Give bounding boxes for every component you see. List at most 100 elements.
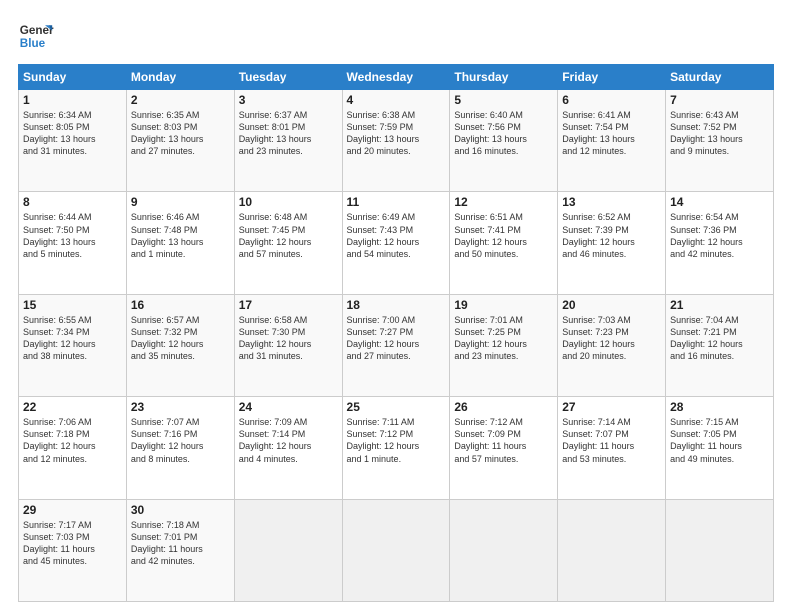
calendar-cell: 24 Sunrise: 7:09 AM Sunset: 7:14 PM Dayli… bbox=[234, 397, 342, 499]
calendar-cell bbox=[342, 499, 450, 601]
calendar-cell: 29Sunrise: 7:17 AM Sunset: 7:03 PM Dayli… bbox=[19, 499, 127, 601]
weekday-header-wednesday: Wednesday bbox=[342, 65, 450, 90]
day-number: 17 bbox=[239, 298, 338, 312]
weekday-header-sunday: Sunday bbox=[19, 65, 127, 90]
day-content: Sunrise: 6:35 AM Sunset: 8:03 PM Dayligh… bbox=[131, 109, 230, 158]
day-number: 16 bbox=[131, 298, 230, 312]
calendar-cell: 1 Sunrise: 6:34 AM Sunset: 8:05 PM Daylig… bbox=[19, 90, 127, 192]
calendar-cell: 16 Sunrise: 6:57 AM Sunset: 7:32 PM Dayli… bbox=[126, 294, 234, 396]
calendar-cell: 18 Sunrise: 7:00 AM Sunset: 7:27 PM Dayli… bbox=[342, 294, 450, 396]
day-number: 10 bbox=[239, 195, 338, 209]
day-content: Sunrise: 7:01 AM Sunset: 7:25 PM Dayligh… bbox=[454, 314, 553, 363]
day-number: 5 bbox=[454, 93, 553, 107]
day-number: 3 bbox=[239, 93, 338, 107]
day-number: 18 bbox=[347, 298, 446, 312]
calendar-cell: 25Sunrise: 7:11 AM Sunset: 7:12 PM Dayli… bbox=[342, 397, 450, 499]
day-number: 14 bbox=[670, 195, 769, 209]
calendar-cell: 9Sunrise: 6:46 AM Sunset: 7:48 PM Daylig… bbox=[126, 192, 234, 294]
day-content: Sunrise: 6:40 AM Sunset: 7:56 PM Dayligh… bbox=[454, 109, 553, 158]
calendar-cell bbox=[450, 499, 558, 601]
calendar-cell: 21Sunrise: 7:04 AM Sunset: 7:21 PM Dayli… bbox=[666, 294, 774, 396]
weekday-header-saturday: Saturday bbox=[666, 65, 774, 90]
day-content: Sunrise: 6:55 AM Sunset: 7:34 PM Dayligh… bbox=[23, 314, 122, 363]
calendar-week-5: 29Sunrise: 7:17 AM Sunset: 7:03 PM Dayli… bbox=[19, 499, 774, 601]
day-content: Sunrise: 6:34 AM Sunset: 8:05 PM Dayligh… bbox=[23, 109, 122, 158]
day-content: Sunrise: 6:54 AM Sunset: 7:36 PM Dayligh… bbox=[670, 211, 769, 260]
calendar-cell: 5 Sunrise: 6:40 AM Sunset: 7:56 PM Daylig… bbox=[450, 90, 558, 192]
day-number: 1 bbox=[23, 93, 122, 107]
day-number: 19 bbox=[454, 298, 553, 312]
day-number: 26 bbox=[454, 400, 553, 414]
calendar-week-4: 22 Sunrise: 7:06 AM Sunset: 7:18 PM Dayli… bbox=[19, 397, 774, 499]
calendar-cell: 6Sunrise: 6:41 AM Sunset: 7:54 PM Daylig… bbox=[558, 90, 666, 192]
day-content: Sunrise: 6:57 AM Sunset: 7:32 PM Dayligh… bbox=[131, 314, 230, 363]
calendar-cell: 10 Sunrise: 6:48 AM Sunset: 7:45 PM Dayli… bbox=[234, 192, 342, 294]
calendar-cell: 8Sunrise: 6:44 AM Sunset: 7:50 PM Daylig… bbox=[19, 192, 127, 294]
calendar-cell bbox=[666, 499, 774, 601]
calendar-page: General Blue SundayMondayTuesdayWednesda… bbox=[0, 0, 792, 612]
weekday-header-friday: Friday bbox=[558, 65, 666, 90]
day-content: Sunrise: 7:07 AM Sunset: 7:16 PM Dayligh… bbox=[131, 416, 230, 465]
calendar-cell: 28 Sunrise: 7:15 AM Sunset: 7:05 PM Dayli… bbox=[666, 397, 774, 499]
calendar-cell: 11 Sunrise: 6:49 AM Sunset: 7:43 PM Dayli… bbox=[342, 192, 450, 294]
calendar-week-3: 15Sunrise: 6:55 AM Sunset: 7:34 PM Dayli… bbox=[19, 294, 774, 396]
logo-icon: General Blue bbox=[18, 18, 54, 54]
day-number: 13 bbox=[562, 195, 661, 209]
day-number: 24 bbox=[239, 400, 338, 414]
day-number: 22 bbox=[23, 400, 122, 414]
weekday-header-tuesday: Tuesday bbox=[234, 65, 342, 90]
day-number: 9 bbox=[131, 195, 230, 209]
weekday-header-thursday: Thursday bbox=[450, 65, 558, 90]
day-content: Sunrise: 6:58 AM Sunset: 7:30 PM Dayligh… bbox=[239, 314, 338, 363]
day-number: 11 bbox=[347, 195, 446, 209]
day-content: Sunrise: 7:09 AM Sunset: 7:14 PM Dayligh… bbox=[239, 416, 338, 465]
day-number: 21 bbox=[670, 298, 769, 312]
day-content: Sunrise: 7:15 AM Sunset: 7:05 PM Dayligh… bbox=[670, 416, 769, 465]
weekday-header-row: SundayMondayTuesdayWednesdayThursdayFrid… bbox=[19, 65, 774, 90]
calendar-cell: 23 Sunrise: 7:07 AM Sunset: 7:16 PM Dayli… bbox=[126, 397, 234, 499]
calendar-cell: 26 Sunrise: 7:12 AM Sunset: 7:09 PM Dayli… bbox=[450, 397, 558, 499]
day-content: Sunrise: 6:48 AM Sunset: 7:45 PM Dayligh… bbox=[239, 211, 338, 260]
day-content: Sunrise: 6:43 AM Sunset: 7:52 PM Dayligh… bbox=[670, 109, 769, 158]
day-content: Sunrise: 6:41 AM Sunset: 7:54 PM Dayligh… bbox=[562, 109, 661, 158]
day-number: 27 bbox=[562, 400, 661, 414]
day-content: Sunrise: 7:14 AM Sunset: 7:07 PM Dayligh… bbox=[562, 416, 661, 465]
day-content: Sunrise: 6:38 AM Sunset: 7:59 PM Dayligh… bbox=[347, 109, 446, 158]
day-content: Sunrise: 6:49 AM Sunset: 7:43 PM Dayligh… bbox=[347, 211, 446, 260]
calendar-cell: 22 Sunrise: 7:06 AM Sunset: 7:18 PM Dayli… bbox=[19, 397, 127, 499]
calendar-cell: 12 Sunrise: 6:51 AM Sunset: 7:41 PM Dayli… bbox=[450, 192, 558, 294]
day-number: 30 bbox=[131, 503, 230, 517]
day-content: Sunrise: 7:06 AM Sunset: 7:18 PM Dayligh… bbox=[23, 416, 122, 465]
logo: General Blue bbox=[18, 18, 54, 54]
day-number: 28 bbox=[670, 400, 769, 414]
weekday-header-monday: Monday bbox=[126, 65, 234, 90]
calendar-cell: 7 Sunrise: 6:43 AM Sunset: 7:52 PM Daylig… bbox=[666, 90, 774, 192]
calendar-week-1: 1 Sunrise: 6:34 AM Sunset: 8:05 PM Daylig… bbox=[19, 90, 774, 192]
calendar-cell: 14 Sunrise: 6:54 AM Sunset: 7:36 PM Dayli… bbox=[666, 192, 774, 294]
day-number: 8 bbox=[23, 195, 122, 209]
day-content: Sunrise: 7:12 AM Sunset: 7:09 PM Dayligh… bbox=[454, 416, 553, 465]
calendar-cell bbox=[234, 499, 342, 601]
day-number: 7 bbox=[670, 93, 769, 107]
day-content: Sunrise: 7:03 AM Sunset: 7:23 PM Dayligh… bbox=[562, 314, 661, 363]
day-content: Sunrise: 7:18 AM Sunset: 7:01 PM Dayligh… bbox=[131, 519, 230, 568]
day-number: 23 bbox=[131, 400, 230, 414]
calendar-cell: 15Sunrise: 6:55 AM Sunset: 7:34 PM Dayli… bbox=[19, 294, 127, 396]
calendar-cell: 17 Sunrise: 6:58 AM Sunset: 7:30 PM Dayli… bbox=[234, 294, 342, 396]
day-content: Sunrise: 7:11 AM Sunset: 7:12 PM Dayligh… bbox=[347, 416, 446, 465]
calendar-cell: 30 Sunrise: 7:18 AM Sunset: 7:01 PM Dayli… bbox=[126, 499, 234, 601]
calendar-week-2: 8Sunrise: 6:44 AM Sunset: 7:50 PM Daylig… bbox=[19, 192, 774, 294]
header: General Blue bbox=[18, 18, 774, 54]
calendar-cell: 4Sunrise: 6:38 AM Sunset: 7:59 PM Daylig… bbox=[342, 90, 450, 192]
day-number: 12 bbox=[454, 195, 553, 209]
calendar-cell: 13Sunrise: 6:52 AM Sunset: 7:39 PM Dayli… bbox=[558, 192, 666, 294]
calendar-cell: 2 Sunrise: 6:35 AM Sunset: 8:03 PM Daylig… bbox=[126, 90, 234, 192]
day-content: Sunrise: 7:17 AM Sunset: 7:03 PM Dayligh… bbox=[23, 519, 122, 568]
calendar-cell: 20Sunrise: 7:03 AM Sunset: 7:23 PM Dayli… bbox=[558, 294, 666, 396]
calendar-cell bbox=[558, 499, 666, 601]
day-number: 2 bbox=[131, 93, 230, 107]
day-content: Sunrise: 6:37 AM Sunset: 8:01 PM Dayligh… bbox=[239, 109, 338, 158]
day-content: Sunrise: 7:00 AM Sunset: 7:27 PM Dayligh… bbox=[347, 314, 446, 363]
day-content: Sunrise: 6:51 AM Sunset: 7:41 PM Dayligh… bbox=[454, 211, 553, 260]
calendar-table: SundayMondayTuesdayWednesdayThursdayFrid… bbox=[18, 64, 774, 602]
